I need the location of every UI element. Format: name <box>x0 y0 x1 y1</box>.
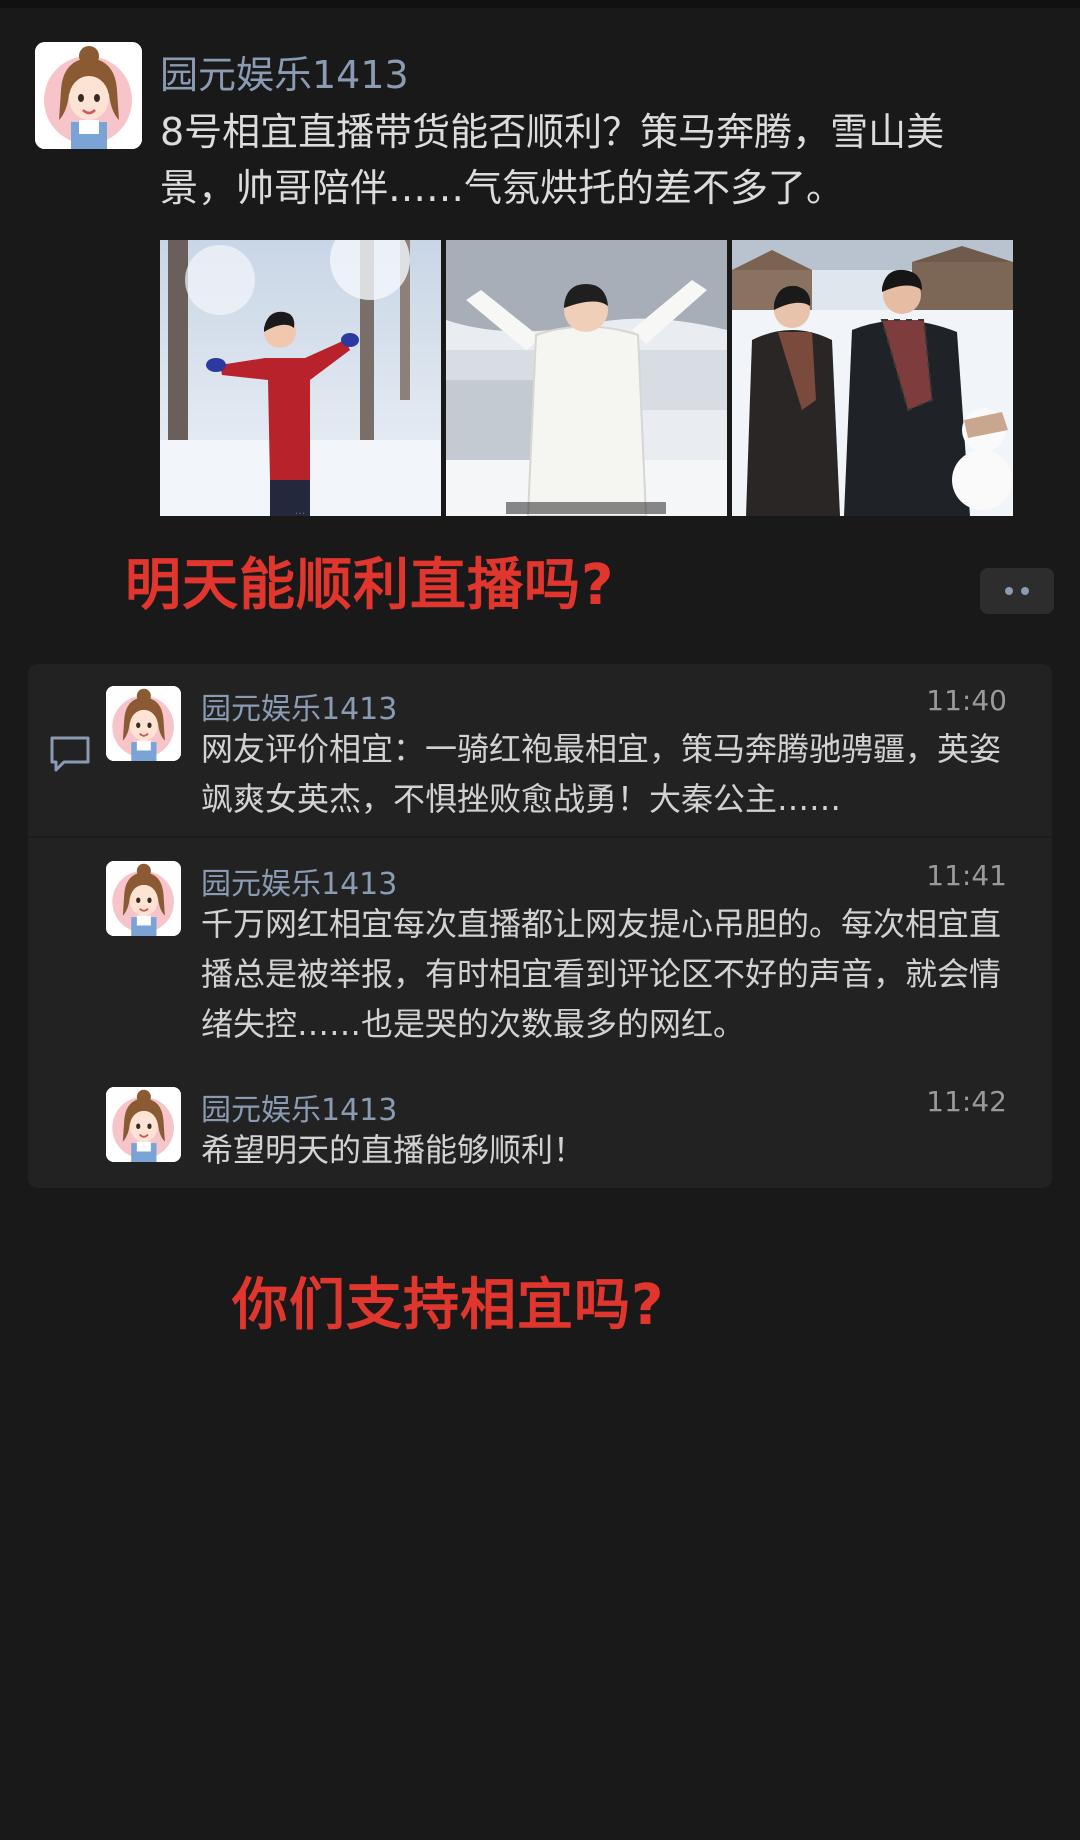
comment-author-name[interactable]: 园元娱乐1413 <box>201 684 397 728</box>
comment-author-name[interactable]: 园元娱乐1413 <box>201 859 397 903</box>
comment-author-name[interactable]: 园元娱乐1413 <box>201 1085 397 1129</box>
cartoon-girl-icon <box>106 861 181 936</box>
cartoon-girl-icon <box>106 686 181 761</box>
comment-avatar[interactable] <box>106 861 181 936</box>
comment-text: 希望明天的直播能够顺利！ <box>201 1131 586 1169</box>
comment-divider <box>28 836 1052 838</box>
comment-panel: 园元娱乐1413 11:40 网友评价相宜：一骑红袍最相宜，策马奔腾驰骋疆，英姿… <box>28 664 1052 1188</box>
comment-icon[interactable] <box>48 734 92 774</box>
comment-avatar[interactable] <box>106 686 181 761</box>
cartoon-girl-icon <box>106 1087 181 1162</box>
status-bar <box>0 0 1080 8</box>
dot-icon <box>1021 587 1029 595</box>
svg-text:...: ... <box>295 504 306 516</box>
more-options-button[interactable] <box>980 568 1054 614</box>
cartoon-girl-icon <box>35 42 142 149</box>
author-avatar[interactable] <box>35 42 142 149</box>
comment-time: 11:40 <box>926 684 1007 717</box>
photo-grid: ... <box>160 240 1013 516</box>
photo-white-coat-snow-hill[interactable] <box>446 240 727 516</box>
overlay-heading-2: 你们支持相宜吗? <box>232 1273 665 1338</box>
comment-text: 千万网红相宜每次直播都让网友提心吊胆的。每次相宜直播总是被举报，有时相宜看到评论… <box>201 905 1002 1043</box>
overlay-heading-1: 明天能顺利直播吗? <box>125 553 615 618</box>
post-text: 8号相宜直播带货能否顺利？策马奔腾，雪山美景，帅哥陪伴……气氛烘托的差不多了。 <box>160 110 945 210</box>
comment-time: 11:42 <box>926 1085 1007 1118</box>
dot-icon <box>1005 587 1013 595</box>
comment-text: 网友评价相宜：一骑红袍最相宜，策马奔腾驰骋疆，英姿飒爽女英杰，不惧挫败愈战勇！大… <box>201 730 1002 818</box>
photo-couple-snow-village[interactable] <box>732 240 1013 516</box>
post-author-name[interactable]: 园元娱乐1413 <box>160 44 409 99</box>
comment-avatar[interactable] <box>106 1087 181 1162</box>
comment-time: 11:41 <box>926 859 1007 892</box>
photo-red-jacket-snow-forest[interactable]: ... <box>160 240 441 516</box>
